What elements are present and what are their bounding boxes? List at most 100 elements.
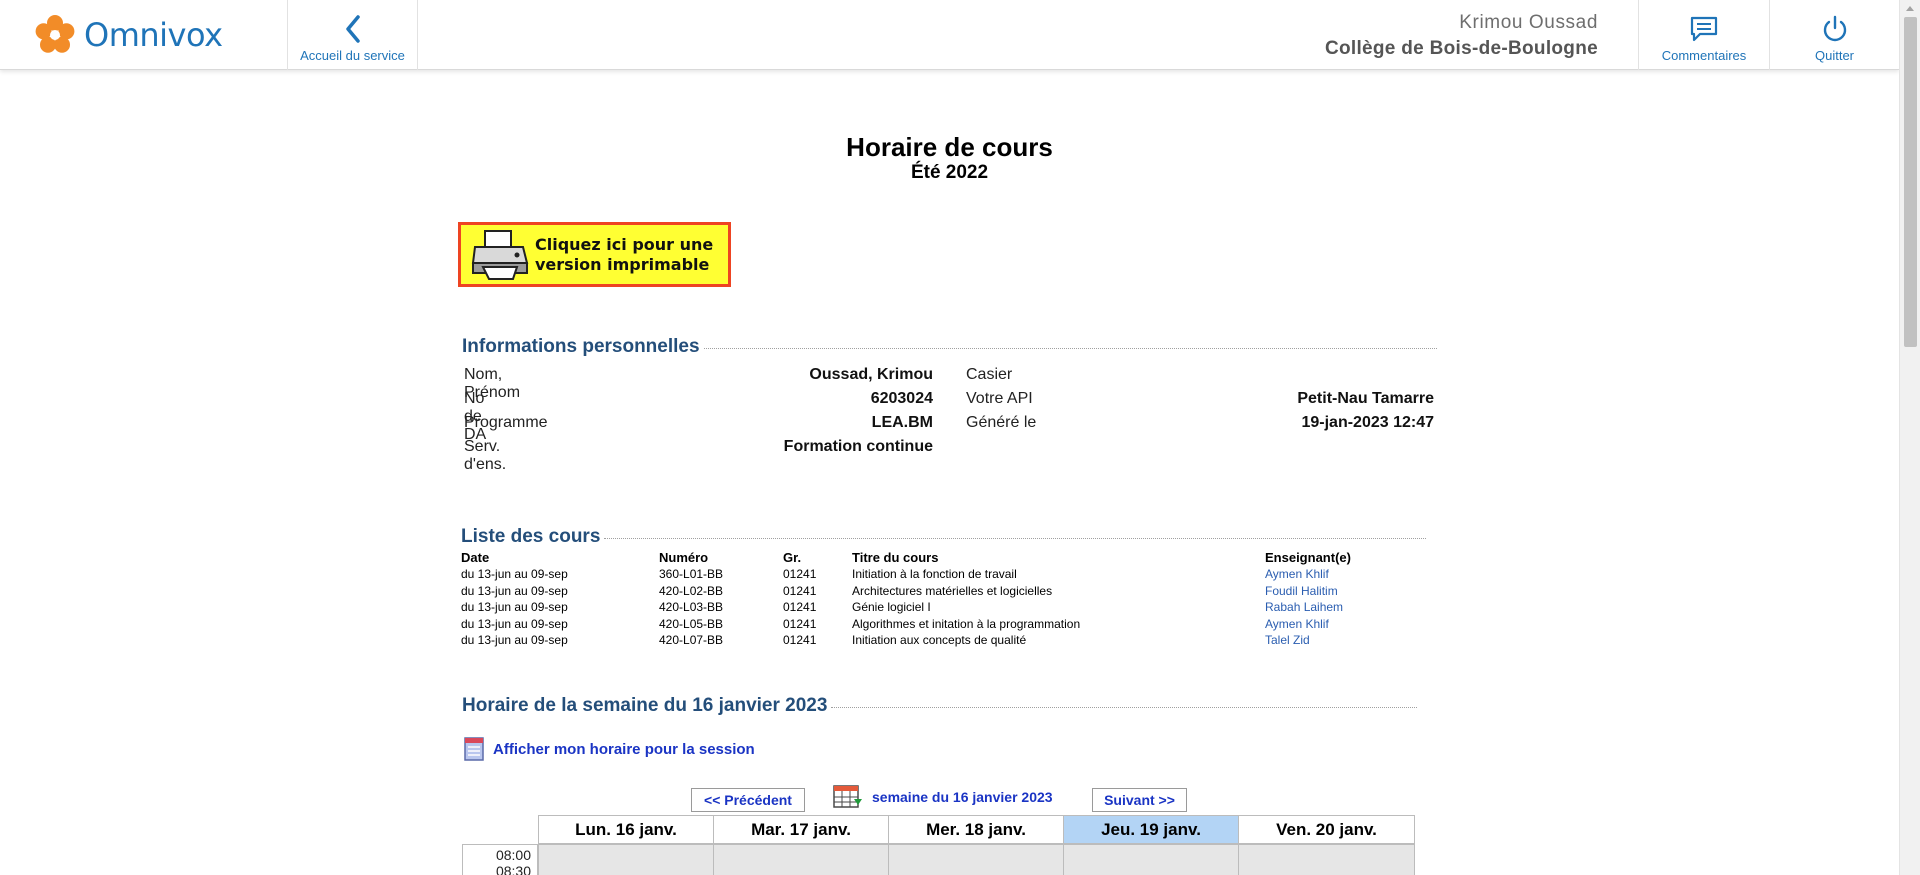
table-row: du 13-jun au 09-sep 420-L03-BB 01241 Gén… xyxy=(461,600,1421,617)
scrollbar-thumb[interactable] xyxy=(1904,17,1917,347)
course-number: 420-L02-BB xyxy=(659,584,724,598)
course-date: du 13-jun au 09-sep xyxy=(461,600,568,614)
info-label-api: Votre API xyxy=(966,390,1033,407)
info-value-da: 6203024 xyxy=(870,390,933,407)
current-week-label[interactable]: semaine du 16 janvier 2023 xyxy=(832,783,1053,811)
table-row: du 13-jun au 09-sep 420-L02-BB 01241 Arc… xyxy=(461,584,1421,601)
info-value-service: Formation continue xyxy=(783,438,933,455)
course-date: du 13-jun au 09-sep xyxy=(461,617,568,631)
course-date: du 13-jun au 09-sep xyxy=(461,567,568,581)
schedule-cell xyxy=(1063,844,1239,875)
course-group: 01241 xyxy=(783,600,817,614)
schedule-cell xyxy=(888,844,1064,875)
info-value-program: LEA.BM xyxy=(871,414,933,431)
printable-version-text: Cliquez ici pour une version imprimable xyxy=(535,235,713,275)
course-date: du 13-jun au 09-sep xyxy=(461,584,568,598)
course-list-title: Liste des cours xyxy=(461,526,601,547)
time-slot-label: 08:00 xyxy=(495,847,531,863)
info-value-api: Petit-Nau Tamarre xyxy=(1297,390,1434,407)
course-title: Initiation aux concepts de qualité xyxy=(852,633,1027,647)
course-list-heading: Liste des cours xyxy=(461,526,1426,548)
course-title: Initiation à la fonction de travail xyxy=(852,567,1017,581)
info-label-locker: Casier xyxy=(966,366,1013,383)
week-calendar-icon xyxy=(833,785,862,808)
teacher-link[interactable]: Talel Zid xyxy=(1265,633,1310,647)
schedule-cell xyxy=(1238,844,1415,875)
comments-label: Commentaires xyxy=(1661,48,1747,63)
logo-text: Omnivox xyxy=(84,16,223,54)
omnivox-logo[interactable]: Omnivox xyxy=(34,14,223,56)
teacher-link[interactable]: Aymen Khlif xyxy=(1265,617,1329,631)
printable-line-1: Cliquez ici pour une xyxy=(535,234,714,254)
course-number: 420-L03-BB xyxy=(659,600,724,614)
info-label-generated: Généré le xyxy=(966,414,1037,431)
section-divider xyxy=(703,347,1437,349)
teacher-link[interactable]: Rabah Laihem xyxy=(1265,600,1343,614)
course-group: 01241 xyxy=(783,633,817,647)
session-schedule-label: Afficher mon horaire pour la session xyxy=(493,740,755,758)
col-header-teacher: Enseignant(e) xyxy=(1265,550,1351,565)
course-number: 420-L07-BB xyxy=(659,633,724,647)
quit-label: Quitter xyxy=(1814,48,1854,63)
personal-info-title: Informations personnelles xyxy=(462,336,700,357)
session-schedule-link[interactable]: Afficher mon horaire pour la session xyxy=(462,735,755,763)
course-group: 01241 xyxy=(783,617,817,631)
schedule-cell xyxy=(538,844,714,875)
calendar-icon xyxy=(464,737,484,761)
teacher-link[interactable]: Foudil Halitim xyxy=(1265,584,1338,598)
top-header: Omnivox Accueil du service Krimou Oussad… xyxy=(0,0,1899,70)
table-row: du 13-jun au 09-sep 420-L05-BB 01241 Alg… xyxy=(461,617,1421,634)
service-home-button[interactable]: Accueil du service xyxy=(287,0,418,70)
teacher-link[interactable]: Aymen Khlif xyxy=(1265,567,1329,581)
printable-line-2: version imprimable xyxy=(535,254,710,274)
scroll-up-arrow-icon[interactable] xyxy=(1906,6,1914,11)
vertical-scrollbar[interactable] xyxy=(1899,0,1920,875)
course-number: 360-L01-BB xyxy=(659,567,724,581)
chevron-left-icon xyxy=(345,15,360,43)
next-week-button[interactable]: Suivant >> xyxy=(1092,788,1187,812)
page-subtitle: Été 2022 xyxy=(910,162,989,183)
printer-icon xyxy=(471,229,529,280)
course-title: Algorithmes et initation à la programmat… xyxy=(852,617,1081,631)
time-slot-label: 08:30 xyxy=(495,863,531,875)
schedule-cell xyxy=(713,844,889,875)
week-schedule-heading: Horaire de la semaine du 16 janvier 2023 xyxy=(462,695,1417,717)
day-header-friday: Ven. 20 janv. xyxy=(1238,815,1415,844)
comment-bubble-icon xyxy=(1690,16,1718,42)
info-label-program: Programme xyxy=(464,414,548,431)
page-title: Horaire de cours xyxy=(846,132,1053,162)
course-group: 01241 xyxy=(783,567,817,581)
col-header-date: Date xyxy=(461,550,490,565)
course-group: 01241 xyxy=(783,584,817,598)
user-info: Krimou Oussad Collège de Bois-de-Boulogn… xyxy=(1325,12,1598,60)
section-divider xyxy=(604,537,1426,539)
week-schedule-title: Horaire de la semaine du 16 janvier 2023 xyxy=(462,695,828,716)
previous-week-button[interactable]: << Précédent xyxy=(691,788,805,812)
table-row: du 13-jun au 09-sep 360-L01-BB 01241 Ini… xyxy=(461,567,1421,584)
comments-button[interactable]: Commentaires xyxy=(1638,0,1769,70)
time-column: 08:00 08:30 xyxy=(462,844,538,875)
quit-button[interactable]: Quitter xyxy=(1769,0,1899,70)
course-date: du 13-jun au 09-sep xyxy=(461,633,568,647)
course-number: 420-L05-BB xyxy=(659,617,724,631)
day-header-tuesday: Mar. 17 janv. xyxy=(713,815,889,844)
course-title: Architectures matérielles et logicielles xyxy=(852,584,1053,598)
day-header-monday: Lun. 16 janv. xyxy=(538,815,714,844)
day-header-thursday-today: Jeu. 19 janv. xyxy=(1063,815,1239,844)
user-name: Krimou Oussad xyxy=(1459,12,1598,33)
day-header-wednesday: Mer. 18 janv. xyxy=(888,815,1064,844)
col-header-title: Titre du cours xyxy=(852,550,939,565)
service-home-label: Accueil du service xyxy=(300,48,405,63)
week-label-text: semaine du 16 janvier 2023 xyxy=(872,789,1053,805)
course-title: Génie logiciel I xyxy=(852,600,931,614)
section-divider xyxy=(831,706,1417,708)
info-label-service: Serv. d'ens. xyxy=(464,438,507,473)
printable-version-button[interactable]: Cliquez ici pour une version imprimable xyxy=(458,222,731,287)
info-value-name: Oussad, Krimou xyxy=(809,366,933,383)
col-header-number: Numéro xyxy=(659,550,709,565)
info-value-generated: 19-jan-2023 12:47 xyxy=(1301,414,1434,431)
power-icon xyxy=(1823,15,1846,42)
flower-logo-icon xyxy=(35,15,75,53)
col-header-group: Gr. xyxy=(783,550,802,565)
table-row: du 13-jun au 09-sep 420-L07-BB 01241 Ini… xyxy=(461,633,1421,650)
